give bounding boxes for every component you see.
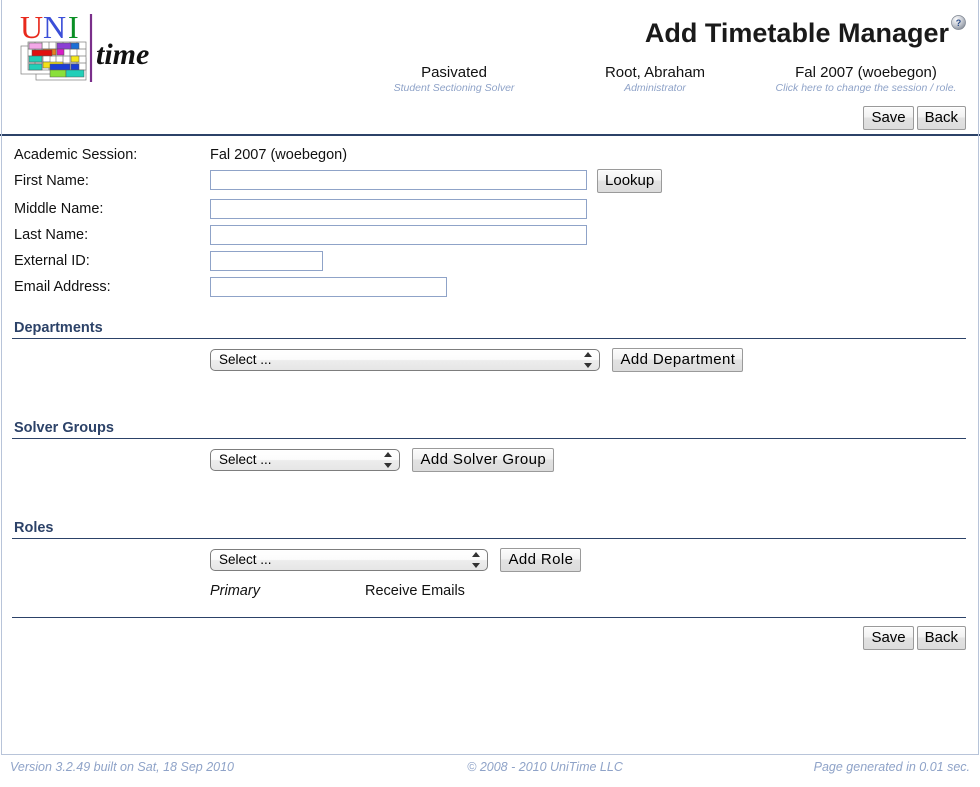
main-content: Academic Session: Fal 2007 (woebegon) Fi… <box>0 144 980 650</box>
academic-session-label: Academic Session: <box>14 147 138 163</box>
title-block: Add Timetable Manager? <box>645 6 966 50</box>
solver-groups-heading: Solver Groups <box>14 420 114 436</box>
form-row-email-address: Email Address: <box>14 274 662 300</box>
info-solver-status[interactable]: Pasivated Student Sectioning Solver <box>346 64 562 95</box>
page-title-text: Add Timetable Manager <box>644 18 949 48</box>
footer-copyright: © 2008 - 2010 UniTime LLC <box>467 760 623 774</box>
roles-section: Roles Select ... Add Role Primary Receiv… <box>0 520 980 600</box>
save-button-top[interactable]: Save <box>863 106 914 130</box>
back-button-top[interactable]: Back <box>916 106 966 130</box>
footer-version: Version 3.2.49 built on Sat, 18 Sep 2010 <box>10 760 235 774</box>
roles-body: Select ... Add Role Primary Receive Emai… <box>0 539 980 600</box>
departments-section: Departments Select ... Add Department <box>0 320 980 400</box>
add-role-button[interactable]: Add Role <box>500 548 582 572</box>
page-root: U N I time Add Timetable Manager ? Pasiv… <box>0 0 980 787</box>
solver-group-select-wrap[interactable]: Select ... <box>210 449 400 471</box>
manager-form-table: Academic Session: Fal 2007 (woebegon) Fi… <box>14 144 663 300</box>
departments-body: Select ... Add Department <box>0 339 980 400</box>
info-session-change-link: Click here to change the session / role. <box>775 82 957 94</box>
roles-column-receive-emails: Receive Emails <box>365 583 465 599</box>
last-name-input[interactable] <box>210 225 587 245</box>
first-name-label: First Name: <box>14 173 89 189</box>
solver-group-select[interactable]: Select ... <box>210 449 400 471</box>
help-question-icon[interactable]: ? <box>951 4 966 30</box>
save-button-bottom[interactable]: Save <box>863 626 914 650</box>
page-frame-right-border <box>978 0 979 755</box>
roles-header-row: Primary Receive Emails <box>210 583 465 599</box>
top-button-bar: Save Back <box>0 104 980 134</box>
add-department-button[interactable]: Add Department <box>612 348 744 372</box>
lookup-button[interactable]: Lookup <box>597 169 663 193</box>
info-solver-status-label: Student Sectioning Solver <box>393 82 515 94</box>
department-select[interactable]: Select ... <box>210 349 600 371</box>
page-frame-left-border <box>1 0 2 755</box>
svg-text:U: U <box>20 9 43 45</box>
svg-text:N: N <box>43 9 66 45</box>
info-user[interactable]: Root, Abraham Administrator <box>562 64 748 95</box>
roles-table-header: Primary Receive Emails <box>210 583 465 599</box>
svg-text:?: ? <box>956 18 962 28</box>
page-footer: Version 3.2.49 built on Sat, 18 Sep 2010… <box>0 760 980 774</box>
page-header: U N I time Add Timetable Manager ? Pasiv… <box>0 0 980 104</box>
academic-session-value: Fal 2007 (woebegon) <box>210 147 348 163</box>
form-row-external-id: External ID: <box>14 248 662 274</box>
back-button-bottom[interactable]: Back <box>916 626 966 650</box>
solver-groups-body: Select ... Add Solver Group <box>0 439 980 500</box>
info-user-role: Administrator <box>624 82 686 94</box>
last-name-label: Last Name: <box>14 227 89 243</box>
info-session[interactable]: Fal 2007 (woebegon) Click here to change… <box>748 64 980 95</box>
role-select-wrap[interactable]: Select ... <box>210 549 488 571</box>
middle-name-input[interactable] <box>210 199 587 219</box>
form-row-academic-session: Academic Session: Fal 2007 (woebegon) <box>14 144 662 166</box>
form-row-middle-name: Middle Name: <box>14 196 662 222</box>
add-solver-group-button[interactable]: Add Solver Group <box>412 448 555 472</box>
external-id-input[interactable] <box>210 251 323 271</box>
form-row-first-name: First Name: Lookup <box>14 166 663 196</box>
header-divider-rule <box>0 134 980 136</box>
info-session-name: Fal 2007 (woebegon) <box>795 64 937 81</box>
info-user-name: Root, Abraham <box>604 64 706 81</box>
form-row-last-name: Last Name: <box>14 222 662 248</box>
page-title: Add Timetable Manager? <box>645 6 966 50</box>
roles-heading: Roles <box>14 520 54 536</box>
footer-generated: Page generated in 0.01 sec. <box>813 760 970 774</box>
first-name-input[interactable] <box>210 170 587 191</box>
department-select-wrap[interactable]: Select ... <box>210 349 600 371</box>
bottom-button-bar: Save Back <box>0 618 980 650</box>
info-solver-status-value: Pasivated <box>421 64 487 81</box>
solver-groups-section: Solver Groups Select ... Add Solver Grou… <box>0 420 980 500</box>
footer-divider <box>1 754 979 755</box>
email-address-label: Email Address: <box>14 279 111 295</box>
svg-text:I: I <box>68 9 79 45</box>
session-role-info: Pasivated Student Sectioning Solver Root… <box>0 64 980 95</box>
email-address-input[interactable] <box>210 277 447 297</box>
roles-column-primary: Primary <box>210 583 260 599</box>
middle-name-label: Middle Name: <box>14 201 104 217</box>
external-id-label: External ID: <box>14 253 90 269</box>
role-select[interactable]: Select ... <box>210 549 488 571</box>
departments-heading: Departments <box>14 320 103 336</box>
